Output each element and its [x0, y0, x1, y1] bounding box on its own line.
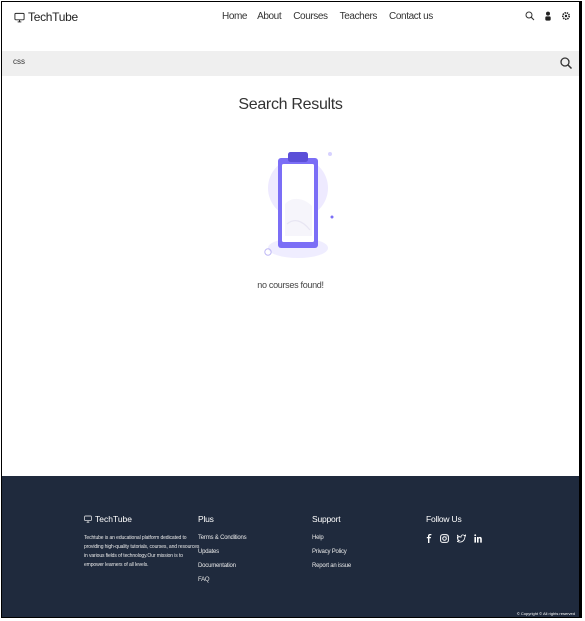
footer-link-terms[interactable]: Terms & Conditions [198, 534, 247, 543]
nav-link-home[interactable]: Home [222, 11, 247, 22]
nav-link-teachers[interactable]: Teachers [340, 11, 378, 22]
monitor-icon [84, 515, 92, 523]
footer-link-faq[interactable]: FAQ [198, 576, 246, 585]
twitter-icon[interactable] [457, 534, 466, 543]
empty-clipboard-illustration [264, 152, 334, 258]
footer-about-column: TechTube Techtube is an educational plat… [84, 514, 204, 570]
facebook-icon[interactable] [426, 534, 432, 543]
search-input[interactable]: css [13, 57, 25, 66]
empty-message: no courses found! [257, 280, 324, 290]
user-icon[interactable] [543, 11, 553, 21]
gear-icon[interactable] [561, 11, 571, 21]
brand-name: TechTube [28, 10, 78, 24]
page-frame: TechTube Home About Courses Teachers Con… [1, 1, 582, 618]
footer-follow-title: Follow Us [426, 514, 462, 524]
nav-links: Home About Courses Teachers Contact us [222, 11, 445, 22]
search-bar: css [2, 51, 579, 76]
footer-link-help[interactable]: Help [312, 534, 351, 543]
instagram-icon[interactable] [440, 534, 449, 543]
page-title: Search Results [238, 96, 343, 113]
footer: TechTube Techtube is an educational plat… [2, 476, 579, 617]
brand-logo[interactable]: TechTube [14, 10, 78, 24]
footer-link-updates[interactable]: Updates [198, 548, 246, 557]
monitor-icon [14, 12, 25, 22]
nav-link-contact[interactable]: Contact us [389, 11, 433, 22]
social-links [426, 534, 482, 543]
footer-plus-title: Plus [198, 514, 214, 524]
footer-follow-column: Follow Us [426, 514, 482, 543]
nav-link-courses[interactable]: Courses [293, 11, 328, 22]
search-icon[interactable] [525, 11, 535, 21]
linkedin-icon[interactable] [474, 534, 482, 543]
footer-description: Techtube is an educational platform dedi… [84, 535, 200, 568]
footer-link-report[interactable]: Report an issue [312, 562, 351, 571]
navbar: TechTube Home About Courses Teachers Con… [2, 2, 579, 34]
footer-link-documentation[interactable]: Documentation [198, 562, 246, 571]
footer-link-privacy[interactable]: Privacy Policy [312, 548, 351, 557]
nav-icons [525, 11, 571, 21]
footer-plus-column: Plus Terms & Conditions Updates Document… [198, 514, 247, 590]
search-button-icon[interactable] [559, 56, 573, 70]
footer-brand-name: TechTube [95, 514, 133, 524]
footer-support-title: Support [312, 514, 341, 524]
footer-brand[interactable]: TechTube [84, 514, 204, 524]
footer-support-column: Support Help Privacy Policy Report an is… [312, 514, 351, 576]
nav-link-about[interactable]: About [257, 11, 282, 22]
copyright: © Copyright © All rights reserved [516, 611, 575, 616]
